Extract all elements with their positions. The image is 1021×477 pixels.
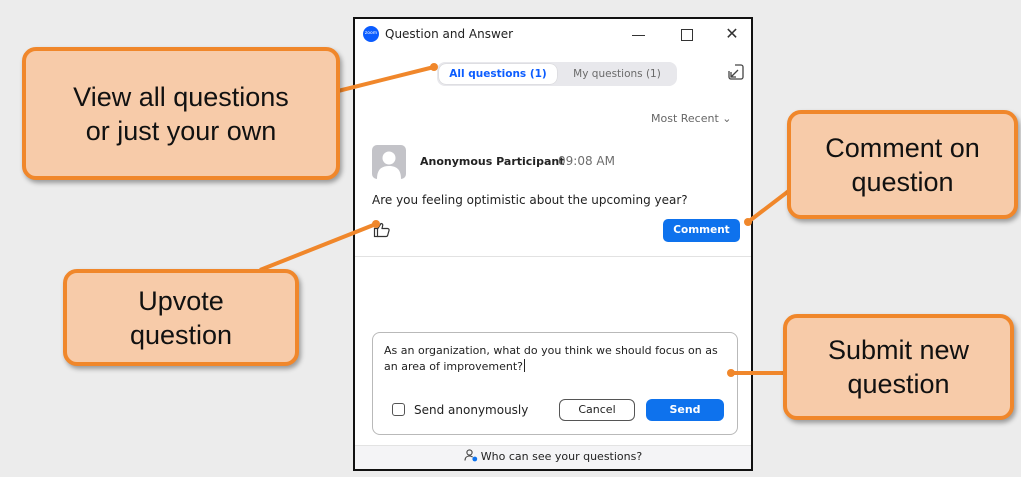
- question-tabs: All questions (1) My questions (1): [437, 62, 677, 86]
- visibility-footer-text: Who can see your questions?: [480, 450, 643, 463]
- zoom-logo-icon: zoom: [363, 26, 379, 42]
- callout-upvote: Upvote question: [63, 269, 299, 366]
- thumbs-up-icon[interactable]: [373, 221, 391, 239]
- send-anonymously-label[interactable]: Send anonymously: [414, 403, 528, 417]
- question-input[interactable]: As an organization, what do you think we…: [384, 343, 732, 375]
- title-bar: zoom Question and Answer ✕: [355, 19, 751, 51]
- connector-comment: [746, 188, 792, 224]
- visibility-footer[interactable]: Who can see your questions?: [355, 445, 751, 469]
- maximize-icon[interactable]: [677, 25, 697, 45]
- close-icon[interactable]: ✕: [722, 25, 742, 45]
- callout-view-questions: View all questions or just your own: [22, 47, 340, 180]
- question-input-value: As an organization, what do you think we…: [384, 344, 718, 373]
- question-text: Are you feeling optimistic about the upc…: [372, 193, 688, 207]
- minimize-icon[interactable]: [629, 25, 649, 45]
- divider: [355, 256, 751, 257]
- text-caret: [523, 359, 525, 372]
- comment-button[interactable]: Comment: [663, 219, 740, 242]
- send-anonymously-checkbox[interactable]: [392, 403, 405, 416]
- post-time: 09:08 AM: [558, 154, 615, 168]
- callout-submit: Submit new question: [783, 314, 1014, 420]
- popout-icon[interactable]: [727, 63, 745, 81]
- author-name: Anonymous Participant: [420, 155, 565, 168]
- window-title: Question and Answer: [385, 27, 514, 41]
- tab-my-questions[interactable]: My questions (1): [559, 64, 675, 84]
- callout-comment: Comment on question: [787, 110, 1018, 219]
- sort-dropdown[interactable]: Most Recent ⌄: [651, 112, 732, 125]
- qa-window: zoom Question and Answer ✕ All questions…: [353, 17, 753, 471]
- privacy-icon: [464, 449, 477, 462]
- cancel-button[interactable]: Cancel: [559, 399, 635, 421]
- question-compose-box: As an organization, what do you think we…: [372, 332, 738, 435]
- avatar-icon: [372, 145, 406, 179]
- send-button[interactable]: Send: [646, 399, 724, 421]
- tab-all-questions[interactable]: All questions (1): [439, 64, 557, 84]
